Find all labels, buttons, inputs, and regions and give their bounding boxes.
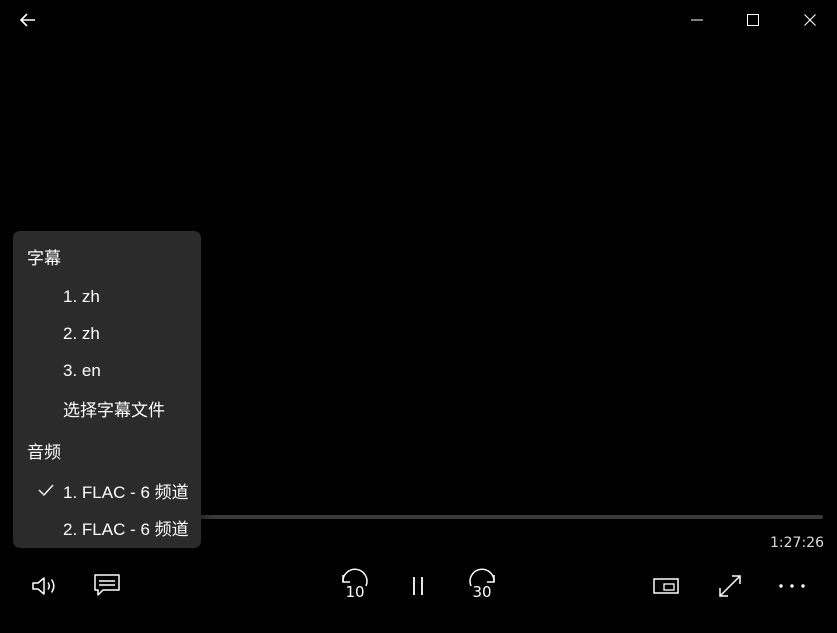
close-icon [804,14,816,26]
maximize-icon [747,14,759,26]
choose-subtitle-file[interactable]: 选择字幕文件 [13,390,201,426]
pause-button[interactable] [396,566,440,606]
mini-view-icon [653,578,679,594]
minimize-icon [691,19,703,21]
audio-option-label: 2. FLAC - 6 频道 [63,519,189,539]
minimize-button[interactable] [675,2,719,38]
subtitle-option-label: 1. zh [63,287,100,306]
audio-header: 音频 [27,443,61,462]
pause-icon [413,577,423,595]
close-button[interactable] [788,2,832,38]
subtitle-option-label: 3. en [63,361,101,380]
audio-option-1[interactable]: 1. FLAC - 6 频道 [13,472,201,508]
skip-back-seconds: 10 [345,583,365,601]
fullscreen-icon [719,575,741,597]
skip-back-button[interactable]: 10 [333,564,377,608]
subtitles-header: 字幕 [27,249,61,268]
maximize-button[interactable] [731,2,775,38]
more-options-button[interactable] [770,566,814,606]
subtitle-option-label: 2. zh [63,324,100,343]
subtitle-option-3[interactable]: 3. en [13,353,201,389]
speaker-icon [32,577,55,595]
subtitle-option-1[interactable]: 1. zh [13,279,201,315]
subtitles-audio-menu: 字幕 1. zh 2. zh 3. en 选择字幕文件 音频 1. FLAC -… [13,231,201,548]
skip-forward-seconds: 30 [472,583,492,601]
subtitles-audio-button[interactable] [85,566,129,606]
fullscreen-button[interactable] [708,566,752,606]
skip-forward-button[interactable]: 30 [460,564,504,608]
audio-option-2[interactable]: 2. FLAC - 6 频道 [13,509,201,545]
volume-button[interactable] [22,566,66,606]
audio-option-label: 1. FLAC - 6 频道 [63,482,189,502]
subtitle-option-2[interactable]: 2. zh [13,316,201,352]
choose-subtitle-file-label: 选择字幕文件 [63,400,165,420]
mini-view-button[interactable] [644,566,688,606]
more-dots-icon [779,584,805,588]
checkmark-icon [38,484,54,497]
subtitles-icon [94,574,120,596]
back-button[interactable] [8,2,48,38]
back-arrow-icon [19,13,35,27]
time-total: 1:27:26 [770,535,824,551]
